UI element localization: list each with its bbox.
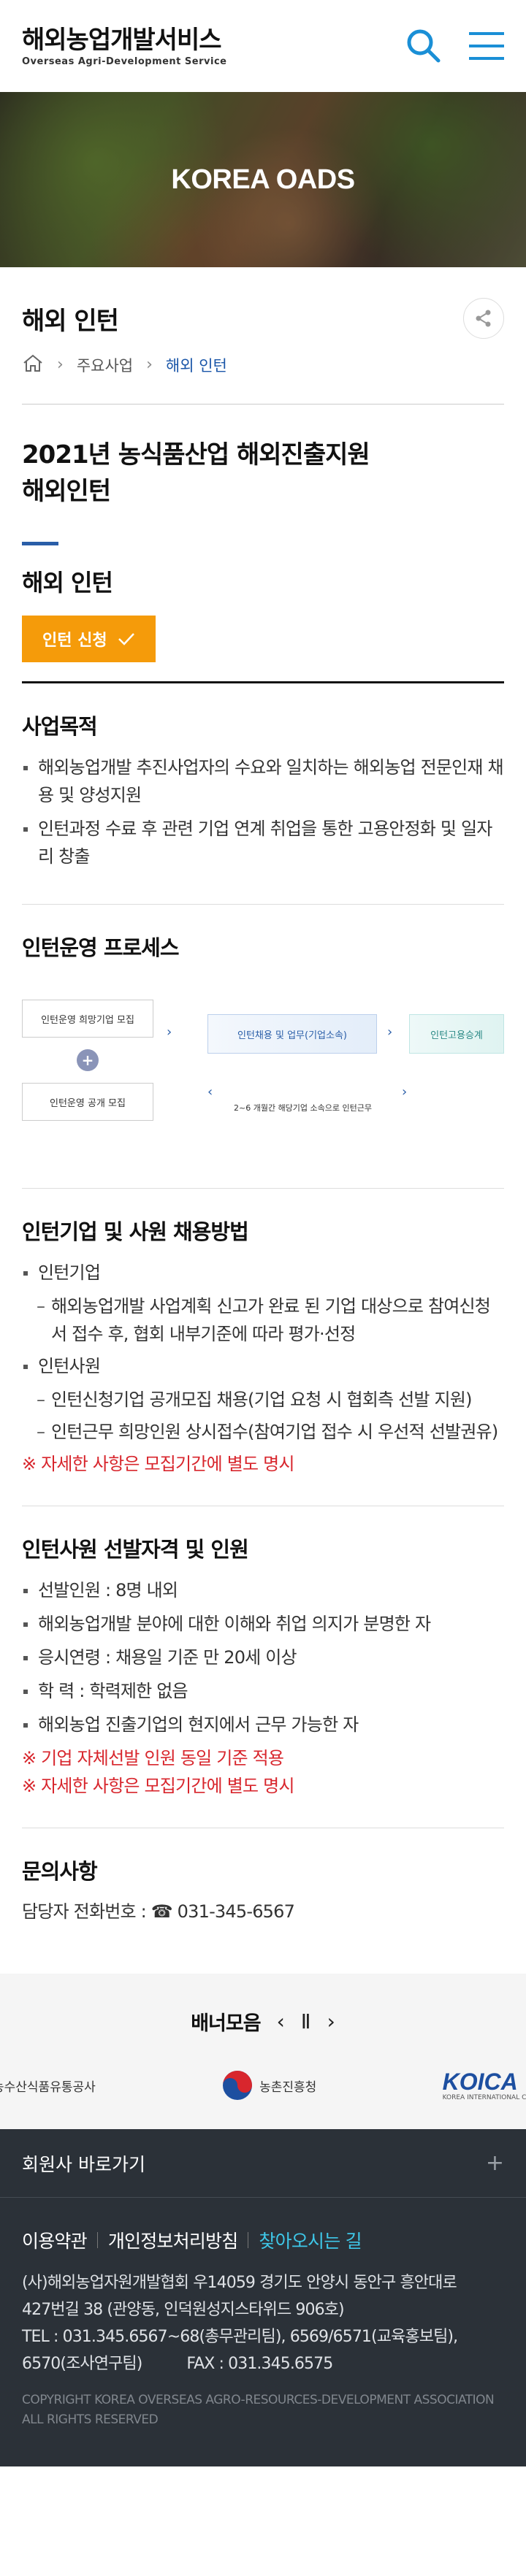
list-item: 해외농업 진출기업의 현지에서 근무 가능한 자 xyxy=(22,1711,504,1739)
chevron-right-icon: › xyxy=(57,356,64,374)
address-line: 427번길 38 (관양동, 인덕원성지스타위드 906호) xyxy=(22,2301,345,2319)
breadcrumb-current[interactable]: 해외 인턴 xyxy=(166,354,227,376)
directions-link[interactable]: 찾아오시는 길 xyxy=(259,2227,362,2253)
check-icon xyxy=(118,633,134,645)
banner-logo-sub: KOREA INTERNATIONAL COOP xyxy=(442,2094,526,2101)
privacy-link[interactable]: 개인정보처리방침 xyxy=(108,2227,238,2253)
main-heading: 2021년 농식품산업 해외진출지원 해외인턴 xyxy=(22,437,504,510)
chevron-right-icon: › xyxy=(402,1084,408,1100)
process-diagram: 인턴운영 희망기업 모집 + 인턴운영 공개 모집 › 인턴채용 및 업무(기업… xyxy=(22,978,504,1160)
banner-logos: 농수산식품유통공사 농촌진흥청 KOICA KOREA INTERNATIONA… xyxy=(0,2063,526,2107)
banner-logo-rda[interactable]: 농촌진흥청 xyxy=(221,2069,316,2101)
list-item: 해외농업개발 분야에 대한 이해와 취업 의지가 분명한 자 xyxy=(22,1610,504,1638)
tel-line: TEL : 031.345.6567~68(총무관리팀), 6569/6571(… xyxy=(22,2328,458,2346)
purpose-section: 사업목적 해외농업개발 추진사업자의 수요와 일치하는 해외농업 전문인재 채용… xyxy=(22,683,504,905)
site-logo[interactable]: 해외농업개발서비스 Overseas Agri-Development Serv… xyxy=(22,26,226,67)
sub-list-item: 인턴신청기업 공개모집 채용(기업 요청 시 협회측 선발 지원) xyxy=(22,1386,504,1414)
contact-section: 문의사항 담당자 전화번호 : ☎ 031-345-6567 xyxy=(22,1828,504,1974)
site-footer: 회원사 바로가기 + 이용약관 개인정보처리방침 찾아오시는 길 (사)해외농업… xyxy=(0,2129,526,2466)
process-step-company-recruit: 인턴운영 희망기업 모집 xyxy=(22,1000,153,1038)
recruit-section: 인턴기업 및 사원 채용방법 인턴기업 해외농업개발 사업계획 신고가 완료 된… xyxy=(22,1189,504,1506)
notice-text: ※ 자세한 사항은 모집기간에 별도 명시 xyxy=(22,1776,294,1796)
list-item: 선발인원 : 8명 내외 xyxy=(22,1576,504,1604)
terms-link[interactable]: 이용약관 xyxy=(22,2227,88,2253)
list-item: 응시연령 : 채용일 기준 만 20세 이상 xyxy=(22,1644,504,1671)
banner-section: 배너모음 ‹ Ⅱ › 농수산식품유통공사 농촌진흥청 KOICA KOREA I… xyxy=(0,1974,526,2129)
banner-title: 배너모음 xyxy=(191,2012,261,2035)
hero-banner: KOREA OADS xyxy=(0,92,526,267)
sub-list-item: 인턴근무 희망인원 상시접수(참여기업 접수 시 우선적 선발권유) xyxy=(22,1418,504,1446)
divider xyxy=(96,2232,98,2248)
plus-icon: + xyxy=(77,1049,99,1071)
footer-links: 이용약관 개인정보처리방침 찾아오시는 길 xyxy=(0,2198,526,2253)
logo-title: 해외농업개발서비스 xyxy=(22,25,222,55)
search-icon[interactable] xyxy=(405,27,443,65)
accent-bar xyxy=(22,542,58,545)
chevron-left-icon[interactable]: ‹ xyxy=(277,2009,285,2033)
sub-list-item: 해외농업개발 사업계획 신고가 완료 된 기업 대상으로 참여신청서 접수 후,… xyxy=(22,1292,504,1348)
main-heading-line: 2021년 농식품산업 해외진출지원 xyxy=(22,440,370,469)
page-title: 해외 인턴 xyxy=(22,306,119,336)
home-icon[interactable] xyxy=(22,353,44,376)
process-step-succession: 인턴고용승계 xyxy=(409,1014,504,1054)
banner-logo-koica[interactable]: KOICA KOREA INTERNATIONAL COOP xyxy=(443,2069,526,2101)
section-title: 인턴운영 프로세스 xyxy=(22,935,180,960)
contact-phone: 담당자 전화번호 : ☎ 031-345-6567 xyxy=(22,1901,295,1922)
apply-button-label: 인턴 신청 xyxy=(42,632,107,650)
taegeuk-icon xyxy=(223,2071,253,2100)
notice-text: ※ 기업 자체선발 인원 동일 기준 적용 xyxy=(22,1748,284,1768)
breadcrumb: › 주요사업 › 해외 인턴 xyxy=(22,353,504,405)
process-duration-note: 2~6 개월간 해당기업 소속으로 인턴근무 xyxy=(234,1103,372,1113)
process-step-public-recruit: 인턴운영 공개 모집 xyxy=(22,1083,153,1121)
process-section: 인턴운영 프로세스 인턴운영 희망기업 모집 + 인턴운영 공개 모집 › 인턴… xyxy=(22,905,504,1189)
qualification-section: 인턴사원 선발자격 및 인원 선발인원 : 8명 내외 해외농업개발 분야에 대… xyxy=(22,1506,504,1828)
section-title: 인턴기업 및 사원 채용방법 xyxy=(22,1219,249,1244)
family-sites-label: 회원사 바로가기 xyxy=(22,2153,145,2175)
plus-icon: + xyxy=(485,2150,504,2176)
apply-intern-button[interactable]: 인턴 신청 xyxy=(22,616,156,662)
section-title: 문의사항 xyxy=(22,1859,98,1884)
menu-icon[interactable] xyxy=(468,27,506,65)
banner-logo-label: 농촌진흥청 xyxy=(259,2079,317,2095)
list-item: 해외농업개발 추진사업자의 수요와 일치하는 해외농업 전문인재 채용 및 양성… xyxy=(22,754,504,809)
tel-line: 6570(조사연구팀) FAX : 031.345.6575 xyxy=(22,2355,333,2373)
logo-subtitle: Overseas Agri-Development Service xyxy=(22,55,227,67)
section-subtitle: 해외 인턴 xyxy=(22,569,113,597)
process-step-employment: 인턴채용 및 업무(기업소속) xyxy=(207,1014,377,1054)
chevron-right-icon: › xyxy=(167,1024,172,1040)
list-item: 학 력 : 학력제한 없음 xyxy=(22,1677,504,1705)
section-title: 인턴사원 선발자격 및 인원 xyxy=(22,1537,249,1562)
chevron-right-icon[interactable]: › xyxy=(327,2009,335,2033)
list-item: 인턴과정 수료 후 관련 기업 연계 취업을 통한 고용안정화 및 일자리 창출 xyxy=(22,815,504,870)
notice-text: ※ 자세한 사항은 모집기간에 별도 명시 xyxy=(22,1454,294,1474)
breadcrumb-item[interactable]: 주요사업 xyxy=(77,354,133,376)
banner-logo-label: 농수산식품유통공사 xyxy=(0,2079,96,2095)
list-item: 인턴사원 xyxy=(22,1352,504,1380)
pause-icon[interactable]: Ⅱ xyxy=(301,2009,311,2033)
address-line: (사)해외농업자원개발협회 우14059 경기도 안양시 동안구 흥안대로 xyxy=(22,2274,457,2292)
footer-address: (사)해외농업자원개발협회 우14059 경기도 안양시 동안구 흥안대로 42… xyxy=(0,2253,526,2377)
chevron-right-icon: › xyxy=(387,1024,393,1040)
family-sites-toggle[interactable]: 회원사 바로가기 + xyxy=(0,2129,526,2198)
list-item: 인턴기업 xyxy=(22,1259,504,1287)
banner-logo-label: KOICA xyxy=(442,2069,518,2095)
banner-logo-at[interactable]: 농수산식품유통공사 xyxy=(0,2077,96,2095)
main-heading-line: 해외인턴 xyxy=(22,477,111,506)
share-icon[interactable] xyxy=(463,298,504,339)
chevron-left-icon: ‹ xyxy=(207,1084,213,1100)
site-header: 해외농업개발서비스 Overseas Agri-Development Serv… xyxy=(0,0,526,92)
main-content: 해외 인턴 › 주요사업 › 해외 인턴 2021년 농식품산업 해외진출지원 … xyxy=(0,298,526,1974)
hero-title: KOREA OADS xyxy=(171,164,355,195)
copyright: COPYRIGHT KOREA OVERSEAS AGRO-RESOURCES-… xyxy=(22,2393,495,2427)
chevron-right-icon: › xyxy=(146,356,153,374)
section-title: 사업목적 xyxy=(22,714,98,739)
